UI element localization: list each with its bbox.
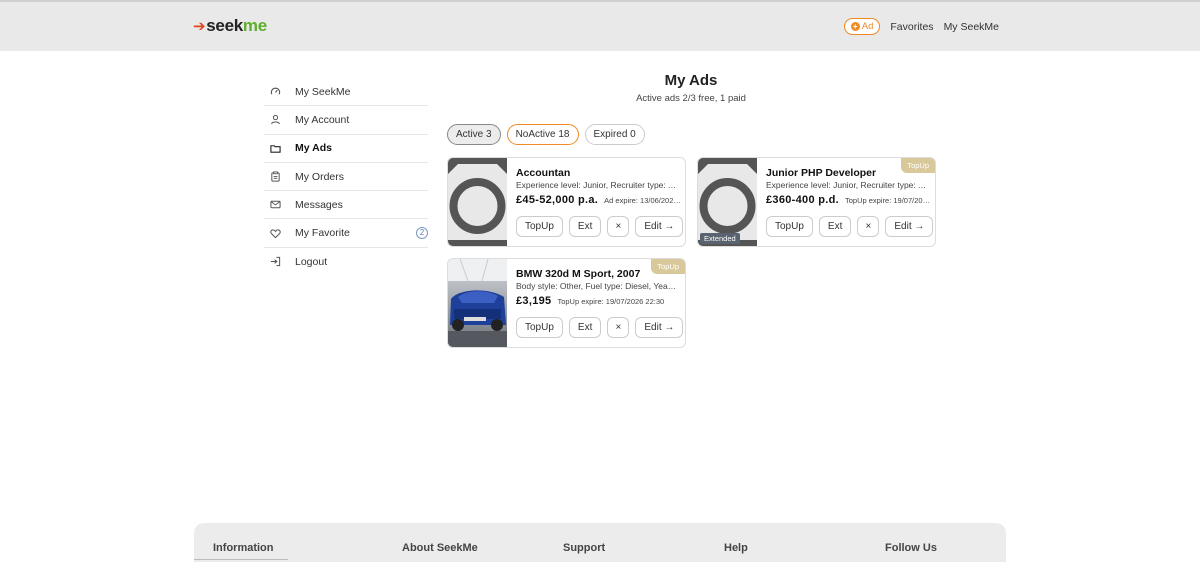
ad-title[interactable]: Junior PHP Developer: [766, 167, 876, 179]
sidebar-item-label: My Ads: [295, 142, 332, 155]
topup-button[interactable]: TopUp: [766, 216, 813, 237]
ad-description: Experience level: Junior, Recruiter type…: [516, 180, 678, 190]
placeholder-image-icon: [448, 158, 507, 246]
edit-button[interactable]: Edit →: [635, 216, 684, 237]
ad-expire: Ad expire: 13/06/2026 10:15: [604, 196, 681, 205]
clipboard-icon: [270, 171, 281, 182]
ad-card[interactable]: Accountan Experience level: Junior, Recr…: [447, 157, 686, 247]
car-photo-thumbnail: [448, 259, 507, 347]
footer-heading-help: Help: [724, 542, 748, 554]
account-sidebar: My SeekMe My Account My Ads My Orders Me…: [264, 78, 428, 276]
page-title: My Ads: [664, 72, 718, 89]
sidebar-item-label: My Account: [295, 113, 350, 126]
topup-button[interactable]: TopUp: [516, 317, 563, 338]
mail-icon: [270, 199, 281, 210]
footer-divider: [194, 559, 288, 560]
sidebar-item-my-seekme[interactable]: My SeekMe: [264, 78, 428, 107]
ad-actions: TopUp Ext × Edit →: [516, 317, 684, 338]
tab-expired[interactable]: Expired 0: [584, 124, 645, 145]
sidebar-item-my-orders[interactable]: My Orders: [264, 163, 428, 192]
extended-badge: Extended: [700, 233, 740, 244]
site-footer: Information About SeekMe Support Help Fo…: [194, 523, 1006, 562]
user-icon: [270, 114, 281, 125]
topup-tag: TopUp: [651, 259, 685, 274]
post-ad-label: Ad: [861, 21, 874, 32]
car-photo-icon: [448, 259, 507, 347]
ad-thumbnail-placeholder: Extended: [698, 158, 757, 246]
extend-button[interactable]: Ext: [568, 216, 602, 237]
my-seekme-link[interactable]: My SeekMe: [944, 21, 999, 33]
favorites-count-badge: 2: [416, 227, 428, 240]
ad-actions: TopUp Ext × Edit →: [766, 216, 934, 237]
close-button[interactable]: ×: [607, 216, 630, 237]
price-row: £3,195 TopUp expire: 19/07/2026 22:30: [516, 295, 681, 307]
sidebar-item-messages[interactable]: Messages: [264, 191, 428, 220]
footer-heading-support: Support: [563, 542, 606, 554]
topup-tag: TopUp: [901, 158, 935, 173]
logo-arrow-icon: ➔: [193, 18, 206, 35]
sidebar-item-label: My SeekMe: [295, 85, 351, 98]
ad-card[interactable]: TopUp BMW 320d M Sport, 2007 Body style:…: [447, 258, 686, 348]
ad-expire: TopUp expire: 19/07/2026 22:30: [557, 297, 665, 306]
close-button[interactable]: ×: [857, 216, 880, 237]
plus-icon: +: [850, 22, 860, 31]
footer-heading-follow: Follow Us: [885, 542, 937, 554]
tab-active[interactable]: Active 3: [447, 124, 501, 145]
sidebar-item-my-ads[interactable]: My Ads: [264, 135, 428, 163]
tab-noactive[interactable]: NoActive 18: [506, 124, 579, 145]
heart-icon: [270, 228, 281, 239]
ad-actions: TopUp Ext × Edit →: [516, 216, 684, 237]
footer-heading-information: Information: [213, 542, 274, 554]
topup-button[interactable]: TopUp: [516, 216, 563, 237]
ad-status-tabs: Active 3 NoActive 18 Expired 0: [447, 124, 645, 145]
close-button[interactable]: ×: [607, 317, 630, 338]
edit-button[interactable]: Edit →: [635, 317, 684, 338]
top-header: ➔ seek me + Ad Favorites My SeekMe: [0, 0, 1200, 51]
sidebar-item-logout[interactable]: Logout: [264, 248, 428, 276]
ad-card[interactable]: Extended TopUp Junior PHP Developer Expe…: [697, 157, 936, 247]
folder-icon: [270, 143, 281, 154]
logout-icon: [270, 256, 281, 267]
sidebar-item-my-favorite[interactable]: My Favorite 2: [264, 219, 428, 248]
ads-quota-subtitle: Active ads 2/3 free, 1 paid: [636, 93, 746, 104]
ad-description: Body style: Other, Fuel type: Diesel, Ye…: [516, 281, 678, 291]
ad-price: £360-400 p.d.: [766, 194, 839, 206]
footer-heading-about: About SeekMe: [402, 542, 478, 554]
ad-thumbnail-placeholder: [448, 158, 507, 246]
edit-button[interactable]: Edit →: [885, 216, 934, 237]
ad-price: £3,195: [516, 295, 552, 307]
ad-expire: TopUp expire: 19/07/2026 22:30: [845, 196, 931, 205]
extend-button[interactable]: Ext: [818, 216, 852, 237]
gauge-icon: [270, 86, 281, 97]
logo-text-seek: seek: [206, 16, 243, 35]
header-nav: + Ad Favorites My SeekMe: [843, 18, 999, 35]
ad-title[interactable]: Accountan: [516, 167, 570, 179]
sidebar-item-label: Messages: [295, 198, 343, 211]
sidebar-item-my-account[interactable]: My Account: [264, 106, 428, 135]
ad-description: Experience level: Junior, Recruiter type…: [766, 180, 928, 190]
extend-button[interactable]: Ext: [568, 317, 602, 338]
ad-title[interactable]: BMW 320d M Sport, 2007: [516, 268, 640, 280]
sidebar-item-label: My Orders: [295, 170, 345, 183]
price-row: £45-52,000 p.a. Ad expire: 13/06/2026 10…: [516, 194, 681, 206]
seekme-logo[interactable]: ➔ seek me: [193, 16, 267, 36]
post-ad-button[interactable]: + Ad: [843, 18, 881, 35]
sidebar-item-label: Logout: [295, 255, 328, 268]
ad-price: £45-52,000 p.a.: [516, 194, 599, 206]
price-row: £360-400 p.d. TopUp expire: 19/07/2026 2…: [766, 194, 931, 206]
sidebar-item-label: My Favorite: [295, 227, 350, 240]
favorites-link[interactable]: Favorites: [890, 21, 933, 33]
logo-text-me: me: [242, 16, 267, 35]
